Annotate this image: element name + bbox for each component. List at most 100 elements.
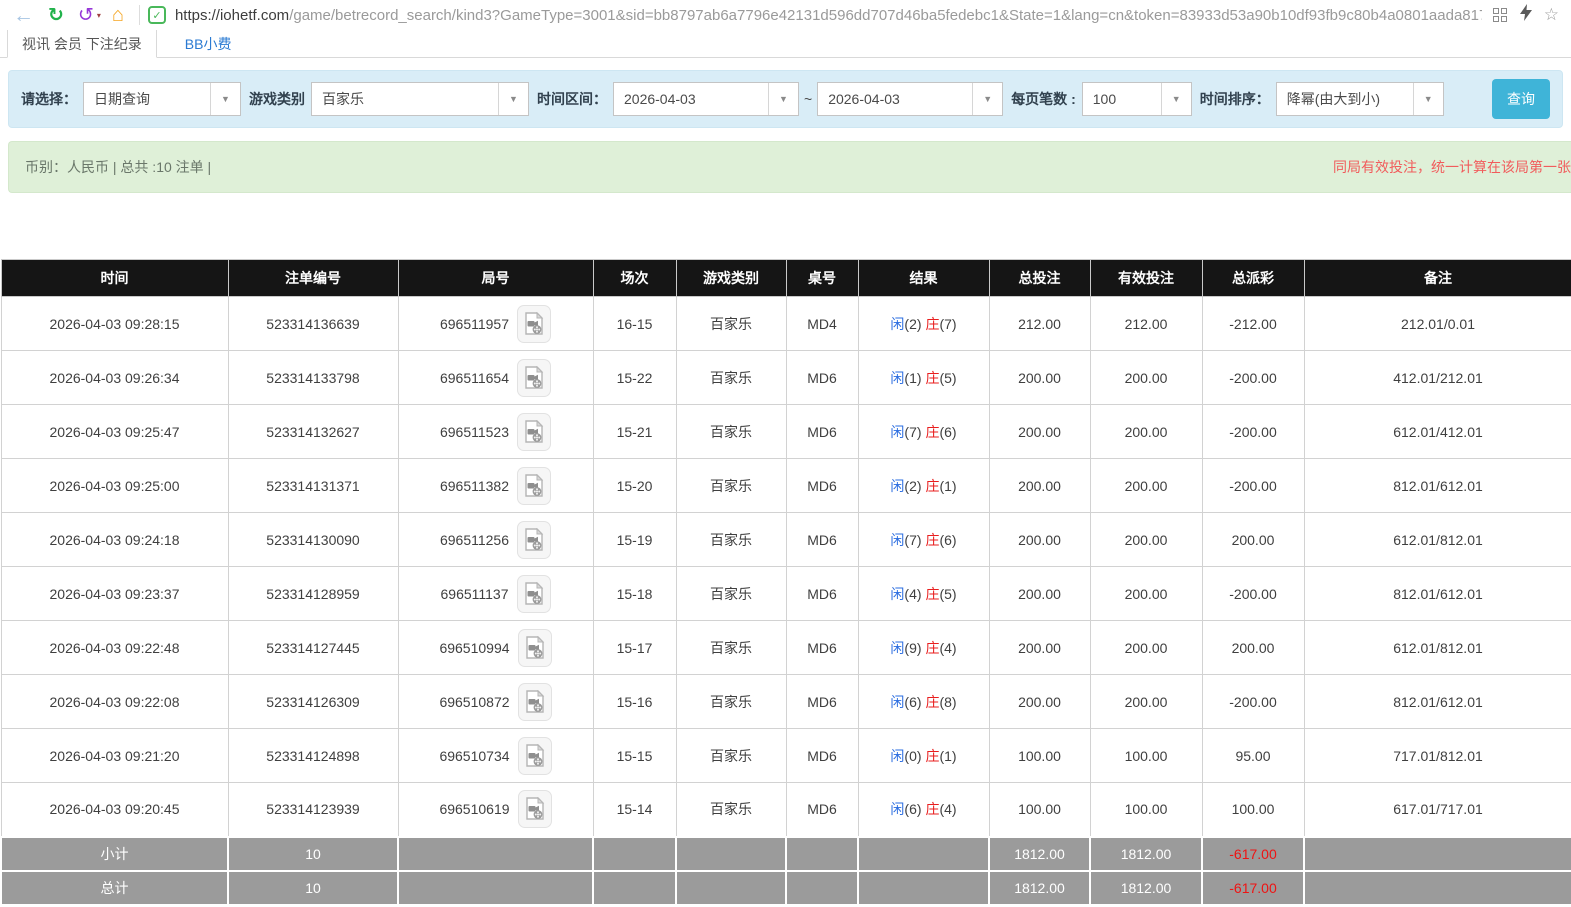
cell-result: 闲(2) 庄(1)	[857, 458, 990, 513]
chevron-down-icon[interactable]: ▼	[1160, 83, 1191, 115]
video-replay-icon[interactable]	[517, 412, 552, 451]
cell-total-bet[interactable]: 200.00	[988, 512, 1091, 567]
result-banker-label: 庄	[925, 477, 940, 494]
cell-time: 2026-04-03 09:23:37	[0, 566, 229, 621]
result-banker-label: 庄	[925, 693, 940, 710]
cell-total-bet[interactable]: 200.00	[988, 566, 1091, 621]
page-size-select[interactable]: 100 ▼	[1081, 82, 1192, 116]
subtotal-label: 小计	[0, 835, 229, 872]
sort-select[interactable]: 降幂(由大到小) ▼	[1275, 82, 1444, 116]
cell-payout: -200.00	[1201, 674, 1305, 729]
cell-session: 15-20	[592, 458, 677, 513]
address-bar[interactable]: https://iohetf.com/game/betrecord_search…	[175, 7, 1482, 24]
cell-payout: 200.00	[1201, 512, 1305, 567]
video-replay-icon[interactable]	[517, 466, 552, 505]
result-player-value: (9)	[904, 639, 922, 656]
cell-result: 闲(0) 庄(1)	[857, 728, 990, 783]
date-to-select[interactable]: 2026-04-03 ▼	[817, 82, 1004, 116]
result-player-value: (6)	[904, 801, 922, 818]
cell-time: 2026-04-03 09:24:18	[0, 512, 229, 567]
cell-game-type: 百家乐	[675, 566, 787, 621]
subtotal-payout: -617.00	[1201, 835, 1305, 872]
video-replay-icon[interactable]	[516, 574, 551, 613]
chevron-down-icon[interactable]: ▼	[498, 83, 528, 115]
summary-notice-bar: 币别：人民币 | 总共 :10 注单 | 同局有效投注，统一计算在该局第一张	[8, 141, 1571, 193]
cell-total-bet[interactable]: 200.00	[988, 458, 1091, 513]
tab-bb-tip[interactable]: BB小费	[171, 30, 246, 57]
video-replay-icon[interactable]	[517, 520, 552, 559]
tilde-separator: ~	[804, 91, 813, 107]
cell-table-no: MD6	[785, 404, 859, 459]
cell-note: 412.01/212.01	[1303, 350, 1571, 405]
table-row: 2026-04-03 09:26:34 523314133798 6965116…	[0, 350, 1571, 405]
cell-total-bet[interactable]: 200.00	[988, 404, 1091, 459]
date-from-select[interactable]: 2026-04-03 ▼	[613, 82, 799, 116]
browser-toolbar: ← ↻ ↺ ▾ ⌂ ✓ https://iohetf.com/game/betr…	[0, 0, 1571, 30]
cell-game-type: 百家乐	[675, 674, 787, 729]
cell-note: 812.01/612.01	[1303, 458, 1571, 513]
lightning-icon[interactable]	[1519, 4, 1532, 26]
favorite-star-icon[interactable]: ☆	[1544, 5, 1559, 25]
cell-session: 15-18	[592, 566, 677, 621]
cell-round: 696510994	[397, 620, 594, 675]
result-player-value: (7)	[904, 423, 922, 440]
cell-total-bet[interactable]: 100.00	[988, 728, 1091, 783]
cell-result: 闲(2) 庄(7)	[857, 296, 990, 351]
cell-total-bet[interactable]: 200.00	[988, 674, 1091, 729]
video-replay-icon[interactable]	[517, 736, 552, 775]
result-banker-label: 庄	[925, 585, 940, 602]
cell-table-no: MD6	[785, 350, 859, 405]
secure-shield-icon[interactable]: ✓	[147, 6, 166, 24]
cell-round: 696511256	[397, 512, 594, 567]
qr-code-icon[interactable]	[1492, 8, 1507, 22]
result-banker-label: 庄	[925, 639, 940, 656]
chevron-down-icon[interactable]: ▼	[1412, 83, 1443, 115]
cell-session: 15-15	[592, 728, 677, 783]
back-icon[interactable]: ←	[13, 5, 34, 26]
round-number: 696510734	[439, 747, 510, 764]
chevron-down-icon[interactable]: ▼	[768, 83, 798, 115]
cell-total-bet[interactable]: 212.00	[988, 296, 1091, 351]
cell-bet-id: 523314126309	[227, 674, 399, 729]
chevron-down-icon[interactable]: ▼	[972, 83, 1003, 115]
cell-payout: -200.00	[1201, 458, 1305, 513]
tab-bet-record[interactable]: 视讯 会员 下注纪录	[7, 30, 157, 58]
query-type-select[interactable]: 日期查询 ▼	[83, 82, 241, 116]
result-player-value: (2)	[904, 477, 922, 494]
undo-dropdown-icon[interactable]: ▾	[97, 11, 101, 20]
col-total-bet: 总投注	[988, 259, 1091, 297]
cell-note: 717.01/812.01	[1303, 728, 1571, 783]
bet-record-table: 时间 注单编号 局号 场次 游戏类别 桌号 结果 总投注 有效投注 总派彩 备注…	[0, 259, 1571, 906]
cell-total-bet[interactable]: 200.00	[988, 620, 1091, 675]
cell-valid-bet: 200.00	[1089, 350, 1203, 405]
chevron-down-icon[interactable]: ▼	[210, 83, 240, 115]
table-row: 2026-04-03 09:25:47 523314132627 6965115…	[0, 404, 1571, 459]
result-banker-value: (4)	[939, 639, 957, 656]
video-replay-icon[interactable]	[517, 682, 552, 721]
total-row: 总计 10 1812.00 1812.00 -617.00	[0, 869, 1571, 906]
cell-valid-bet: 212.00	[1089, 296, 1203, 351]
cell-total-bet[interactable]: 200.00	[988, 350, 1091, 405]
cell-payout: -200.00	[1201, 404, 1305, 459]
home-icon[interactable]: ⌂	[112, 5, 124, 25]
result-player-label: 闲	[890, 315, 905, 332]
video-replay-icon[interactable]	[517, 628, 552, 667]
table-row: 2026-04-03 09:22:08 523314126309 6965108…	[0, 674, 1571, 729]
result-banker-label: 庄	[925, 747, 940, 764]
cell-game-type: 百家乐	[675, 458, 787, 513]
search-button[interactable]: 查询	[1492, 79, 1550, 119]
table-row: 2026-04-03 09:20:45 523314123939 6965106…	[0, 782, 1571, 837]
round-number: 696511523	[439, 423, 510, 440]
game-type-select[interactable]: 百家乐 ▼	[311, 82, 529, 116]
col-round: 局号	[397, 259, 594, 297]
subtotal-count: 10	[227, 835, 399, 872]
video-replay-icon[interactable]	[517, 790, 552, 829]
video-replay-icon[interactable]	[517, 304, 552, 343]
cell-result: 闲(7) 庄(6)	[857, 512, 990, 567]
cell-valid-bet: 200.00	[1089, 674, 1203, 729]
video-replay-icon[interactable]	[517, 358, 552, 397]
cell-total-bet[interactable]: 100.00	[988, 782, 1091, 837]
refresh-icon[interactable]: ↻	[48, 6, 64, 25]
undo-icon[interactable]: ↺	[78, 6, 94, 25]
result-player-value: (2)	[904, 315, 922, 332]
